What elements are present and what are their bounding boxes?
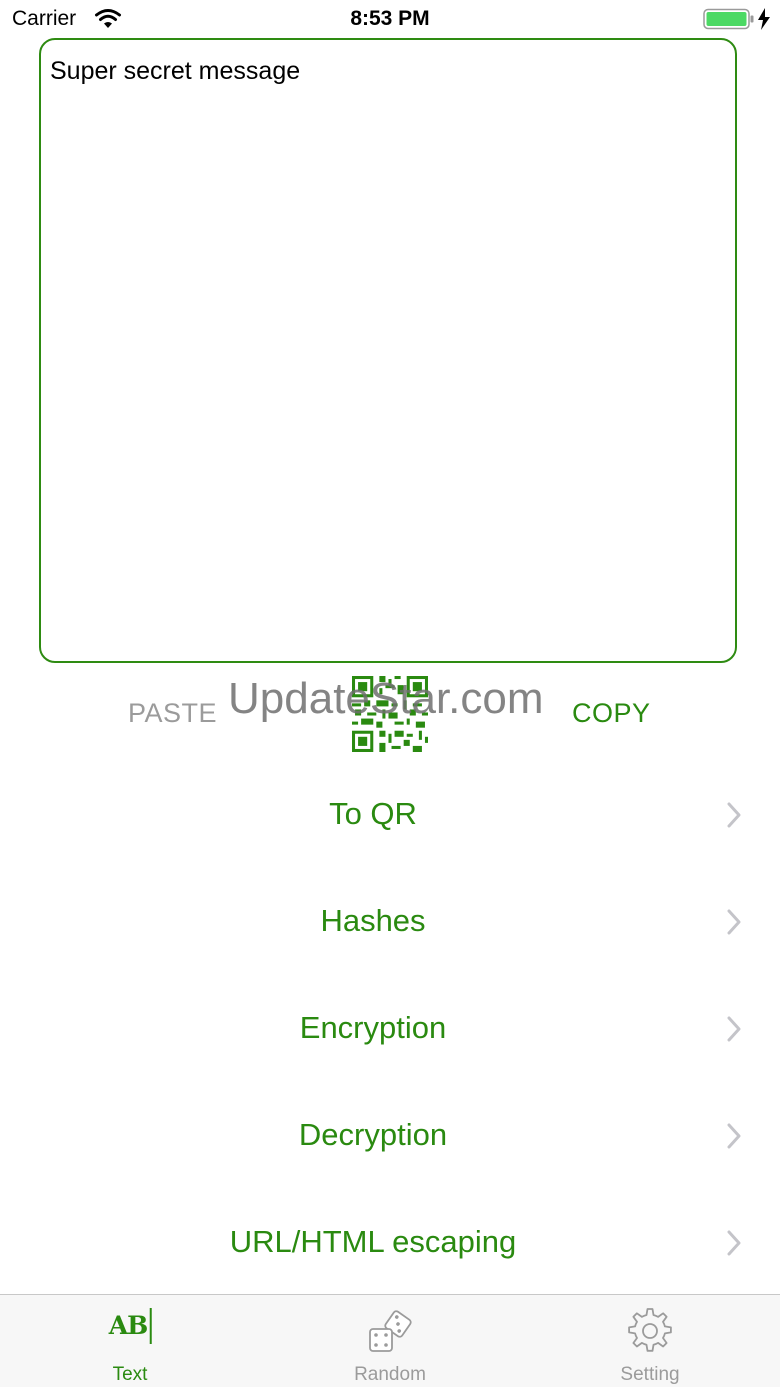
menu-item-hashes[interactable]: Hashes <box>0 869 780 976</box>
status-bar: Carrier 8:53 PM <box>0 0 780 40</box>
tab-label: Text <box>112 1364 148 1385</box>
message-text[interactable]: Super secret message <box>50 57 300 86</box>
menu-item-label: To QR <box>329 796 417 831</box>
chevron-right-icon <box>727 909 741 935</box>
charging-icon <box>758 8 770 30</box>
tab-bar: AB Text Random Setting <box>0 1294 780 1387</box>
menu-item-label: Hashes <box>320 903 426 938</box>
chevron-right-icon <box>727 802 741 828</box>
tab-random[interactable]: Random <box>260 1295 520 1388</box>
ab-text-icon: AB <box>109 1307 152 1344</box>
action-row: PASTE UpdateStar.com COPY <box>0 670 780 760</box>
menu-item-label: Encryption <box>299 1010 447 1045</box>
menu-item-decryption[interactable]: Decryption <box>0 1083 780 1190</box>
paste-button[interactable]: PASTE <box>128 698 217 729</box>
message-text-area[interactable]: Super secret message <box>39 38 737 663</box>
menu-item-encryption[interactable]: Encryption <box>0 976 780 1083</box>
menu-item-url-html-escaping[interactable]: URL/HTML escaping <box>0 1190 780 1297</box>
clock: 8:53 PM <box>350 7 430 30</box>
battery-icon <box>703 8 754 30</box>
qr-code-icon[interactable] <box>352 676 428 752</box>
tab-text[interactable]: AB Text <box>0 1295 260 1388</box>
menu-item-to-qr[interactable]: To QR <box>0 762 780 869</box>
menu-item-label: URL/HTML escaping <box>229 1224 517 1259</box>
copy-button[interactable]: COPY <box>572 698 651 729</box>
dice-icon <box>369 1310 412 1352</box>
tab-label: Setting <box>620 1364 680 1385</box>
chevron-right-icon <box>727 1123 741 1149</box>
chevron-right-icon <box>727 1230 741 1256</box>
tab-setting[interactable]: Setting <box>520 1295 780 1388</box>
gear-icon <box>628 1308 672 1352</box>
menu-item-label: Decryption <box>298 1117 448 1152</box>
chevron-right-icon <box>727 1016 741 1042</box>
menu-list: To QR Hashes Encryption Decryption URL/H… <box>0 762 780 1297</box>
tab-label: Random <box>354 1364 426 1385</box>
